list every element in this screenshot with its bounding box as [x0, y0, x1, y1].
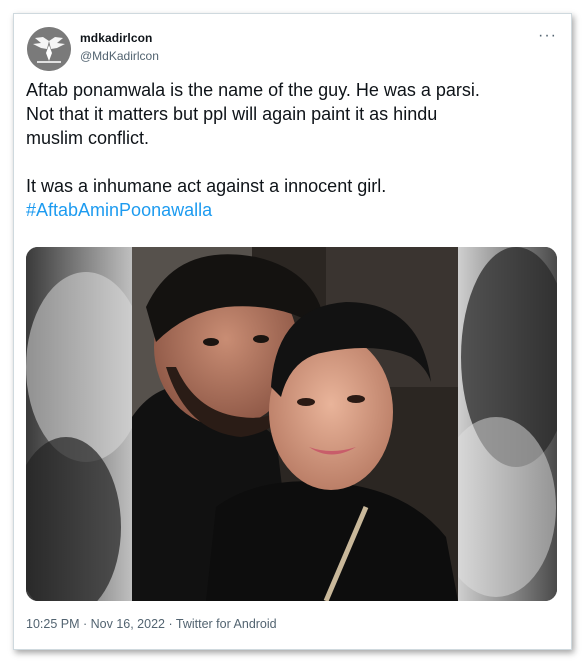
tweet-date[interactable]: Nov 16, 2022	[91, 617, 165, 631]
hashtag-link[interactable]: #AftabAminPoonawalla	[26, 198, 561, 222]
avatar[interactable]	[27, 27, 71, 71]
more-options-icon[interactable]: ···	[538, 28, 557, 44]
tweet-text-line: muslim conflict.	[26, 128, 150, 148]
meta-separator: ·	[164, 617, 176, 631]
tweet-text-line: Not that it matters but ppl will again p…	[26, 104, 438, 124]
tweet-text-line: Aftab ponamwala is the name of the guy. …	[26, 80, 480, 100]
tweet-text-line: It was a inhumane act against a innocent…	[26, 176, 387, 196]
tweet-card: mdkadirlcon @MdKadirlcon ··· Aftab ponam…	[13, 13, 572, 650]
tweet-source[interactable]: Twitter for Android	[176, 617, 277, 631]
tweet-time[interactable]: 10:25 PM	[26, 617, 80, 631]
screenshot-frame: mdkadirlcon @MdKadirlcon ··· Aftab ponam…	[0, 0, 585, 664]
tweet-metadata: 10:25 PM · Nov 16, 2022 · Twitter for An…	[26, 617, 277, 631]
user-handle[interactable]: @MdKadirlcon	[80, 49, 159, 63]
tweet-photo[interactable]	[26, 247, 557, 601]
winged-logo-icon	[27, 27, 71, 71]
tweet-text: Aftab ponamwala is the name of the guy. …	[26, 78, 561, 222]
meta-separator: ·	[79, 617, 91, 631]
display-name[interactable]: mdkadirlcon	[80, 31, 152, 45]
couple-photo-image	[26, 247, 557, 601]
